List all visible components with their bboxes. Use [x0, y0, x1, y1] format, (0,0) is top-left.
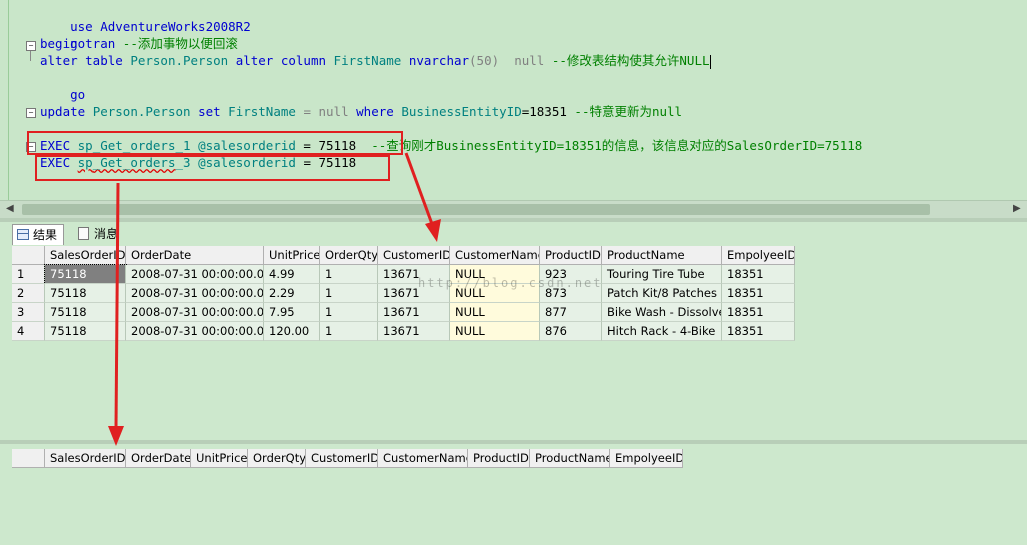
- annotation-arrow-down: [114, 182, 120, 429]
- annotation-arrows: [108, 152, 441, 446]
- arrowhead-down-icon: [108, 426, 124, 446]
- arrowhead-diagonal-icon: [425, 219, 441, 242]
- annotation-arrow-diagonal: [404, 152, 434, 225]
